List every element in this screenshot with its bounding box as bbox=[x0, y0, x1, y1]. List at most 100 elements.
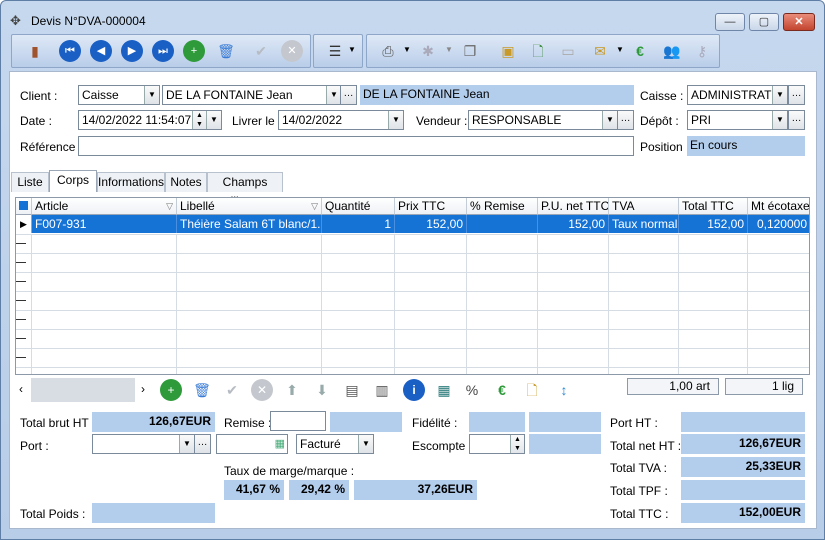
keys-icon[interactable]: ⚷ bbox=[691, 40, 713, 62]
select-all-icon[interactable] bbox=[19, 201, 28, 210]
chevron-down-icon[interactable]: ▼ bbox=[602, 111, 617, 129]
cell-article[interactable]: F007-931 bbox=[32, 215, 177, 233]
date-field[interactable]: 14/02/2022 11:54:07 ▲ ▼ ▼ bbox=[78, 110, 222, 130]
vendeur-browse-button[interactable]: … bbox=[617, 110, 634, 130]
minimize-button[interactable]: — bbox=[715, 13, 745, 31]
reference-input[interactable] bbox=[78, 136, 634, 156]
chevron-down-icon[interactable]: ▼ bbox=[326, 86, 341, 104]
new-doc-icon[interactable]: 🗋 bbox=[527, 40, 549, 62]
grid-corner[interactable] bbox=[16, 198, 32, 215]
percent-icon[interactable]: % bbox=[461, 379, 483, 401]
column-header-ecotaxe[interactable]: Mt écotaxe bbox=[748, 198, 809, 215]
livrer-date-field[interactable]: 14/02/2022 ▼ bbox=[278, 110, 404, 130]
escompte-spinner[interactable]: ▲ ▼ bbox=[510, 435, 524, 453]
validate-icon[interactable]: ✔ bbox=[250, 40, 272, 62]
box-icon[interactable]: ▣ bbox=[497, 40, 519, 62]
barcode-icon[interactable]: ▥ bbox=[371, 379, 393, 401]
validate-line-icon[interactable]: ✔ bbox=[221, 379, 243, 401]
filter-icon[interactable]: ▽ bbox=[311, 198, 318, 214]
tab-corps[interactable]: Corps bbox=[49, 170, 97, 192]
cell-remise[interactable] bbox=[467, 215, 538, 233]
column-header-remise[interactable]: % Remise bbox=[467, 198, 538, 215]
chevron-down-icon[interactable]: ▼ bbox=[388, 111, 403, 129]
column-header-tva[interactable]: TVA bbox=[609, 198, 679, 215]
users-icon[interactable]: 👥 bbox=[661, 40, 683, 62]
first-icon[interactable]: ⏮ bbox=[59, 40, 81, 62]
delete-icon[interactable]: 🗑 bbox=[215, 40, 237, 62]
depot-select[interactable]: PRI ▼ bbox=[687, 110, 788, 130]
chevron-down-icon[interactable]: ▼ bbox=[179, 435, 194, 453]
escompte-input[interactable]: ▲ ▼ bbox=[469, 434, 525, 454]
transfer-icon[interactable]: ▭ bbox=[557, 40, 579, 62]
cancel-line-icon[interactable]: ✕ bbox=[251, 379, 273, 401]
scroll-right-icon[interactable]: › bbox=[141, 382, 145, 396]
document-icon[interactable]: 🗋 bbox=[521, 379, 543, 401]
resize-icon[interactable]: ↕ bbox=[553, 379, 575, 401]
client-browse-button[interactable]: … bbox=[340, 85, 357, 105]
tab-notes[interactable]: Notes bbox=[165, 172, 207, 192]
last-icon[interactable]: ⏭ bbox=[152, 40, 174, 62]
chevron-down-icon[interactable]: ▼ bbox=[772, 111, 787, 129]
tab-liste[interactable]: Liste bbox=[11, 172, 49, 192]
caisse-select[interactable]: ADMINISTRATE ▼ bbox=[687, 85, 788, 105]
port-select[interactable]: ▼ bbox=[92, 434, 195, 454]
add-icon[interactable]: + bbox=[183, 40, 205, 62]
filter-icon[interactable]: ▽ bbox=[166, 198, 173, 214]
column-header-prix-ttc[interactable]: Prix TTC bbox=[395, 198, 467, 215]
euro-icon[interactable]: € bbox=[491, 379, 513, 401]
close-button[interactable]: ✕ bbox=[783, 13, 815, 31]
copy-icon[interactable]: ❐ bbox=[459, 40, 481, 62]
stock-icon[interactable]: ▤ bbox=[341, 379, 363, 401]
cell-pu-net[interactable]: 152,00 bbox=[538, 215, 609, 233]
port-ht-label: Port HT : bbox=[610, 416, 658, 430]
column-header-libelle[interactable]: Libellé ▽ bbox=[177, 198, 322, 215]
calculator-icon[interactable]: ▦ bbox=[433, 379, 455, 401]
payment-icon[interactable]: ✉ bbox=[589, 40, 611, 62]
tab-champs-libres[interactable]: Champs libres bbox=[207, 172, 283, 208]
tab-informations[interactable]: Informations bbox=[97, 172, 165, 192]
cell-total-ttc[interactable]: 152,00 bbox=[679, 215, 748, 233]
cell-quantite[interactable]: 1 bbox=[322, 215, 395, 233]
next-icon[interactable]: ▶ bbox=[121, 40, 143, 62]
caisse-browse-button[interactable]: … bbox=[788, 85, 805, 105]
port-browse-button[interactable]: … bbox=[194, 434, 211, 454]
horizontal-scrollbar[interactable] bbox=[31, 378, 135, 402]
print-icon[interactable]: ⎙ bbox=[377, 40, 399, 62]
column-header-quantite[interactable]: Quantité bbox=[322, 198, 395, 215]
cancel-icon[interactable]: ✕ bbox=[281, 40, 303, 62]
port-amount-input[interactable]: ▦ bbox=[216, 434, 288, 454]
calculator-icon[interactable]: ▦ bbox=[275, 435, 285, 453]
cell-prix-ttc[interactable]: 152,00 bbox=[395, 215, 467, 233]
remise-input[interactable] bbox=[270, 411, 326, 431]
client-name-select[interactable]: DE LA FONTAINE Jean ▼ bbox=[162, 85, 342, 105]
chevron-down-icon[interactable]: ▼ bbox=[206, 111, 221, 129]
depot-browse-button[interactable]: … bbox=[788, 110, 805, 130]
client-type-select[interactable]: Caisse ▼ bbox=[78, 85, 160, 105]
cell-tva[interactable]: Taux normal bbox=[609, 215, 679, 233]
lines-grid[interactable]: Article ▽ Libellé ▽ Quantité Prix TTC % Re… bbox=[15, 197, 810, 375]
facture-select[interactable]: Facturé ▼ bbox=[296, 434, 374, 454]
chevron-down-icon[interactable]: ▼ bbox=[358, 435, 373, 453]
delete-line-icon[interactable]: 🗑 bbox=[191, 379, 213, 401]
move-up-icon[interactable]: ⬆ bbox=[281, 379, 303, 401]
previous-icon[interactable]: ◀ bbox=[90, 40, 112, 62]
add-line-icon[interactable]: + bbox=[160, 379, 182, 401]
scroll-left-icon[interactable]: ‹ bbox=[19, 382, 23, 396]
cell-libelle[interactable]: Théière Salam 6T blanc/1.1L bbox=[177, 215, 322, 233]
document-menu-icon[interactable]: ☰ bbox=[324, 40, 346, 62]
date-spinner[interactable]: ▲ ▼ bbox=[192, 111, 206, 129]
column-header-pu-net[interactable]: P.U. net TTC bbox=[538, 198, 609, 215]
vendeur-select[interactable]: RESPONSABLE ▼ bbox=[468, 110, 618, 130]
chevron-down-icon[interactable]: ▼ bbox=[772, 86, 787, 104]
door-icon[interactable]: ▮ bbox=[24, 40, 46, 62]
move-down-icon[interactable]: ⬇ bbox=[311, 379, 333, 401]
column-header-total-ttc[interactable]: Total TTC bbox=[679, 198, 748, 215]
cell-ecotaxe[interactable]: 0,120000 bbox=[748, 215, 809, 233]
chevron-down-icon[interactable]: ▼ bbox=[144, 86, 159, 104]
maximize-button[interactable]: ▢ bbox=[749, 13, 779, 31]
info-icon[interactable]: i bbox=[403, 379, 425, 401]
euro-icon[interactable]: € bbox=[629, 40, 651, 62]
escompte-label: Escompte : bbox=[412, 439, 473, 453]
tools-icon[interactable]: ✱ bbox=[417, 40, 439, 62]
column-header-article[interactable]: Article ▽ bbox=[32, 198, 177, 215]
